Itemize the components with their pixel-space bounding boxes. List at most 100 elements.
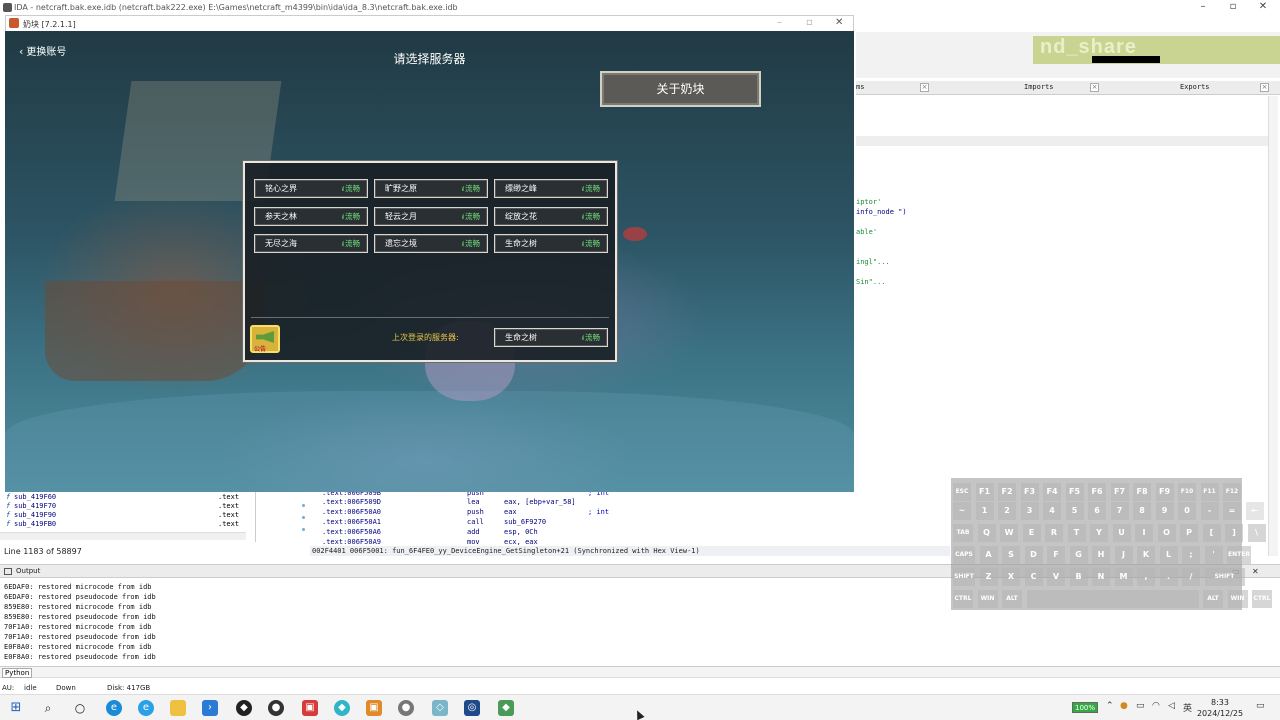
vscode-icon[interactable]: › [202, 700, 218, 716]
key-5[interactable]: 5 [1065, 502, 1084, 520]
key-f3[interactable]: F3 [1020, 483, 1039, 501]
key-s[interactable]: S [1002, 546, 1020, 564]
server-button[interactable]: 绽放之花 ıl 流畅 [494, 207, 608, 226]
folder-icon[interactable] [170, 700, 186, 716]
notification-icon[interactable]: ▭ [1256, 701, 1265, 711]
key-6[interactable]: 6 [1088, 502, 1106, 520]
key-n[interactable]: N [1092, 568, 1110, 586]
asm-line[interactable]: .text:006F50A9 mov ecx, eax [322, 538, 538, 546]
key-t[interactable]: T [1067, 524, 1086, 542]
key-space[interactable] [1026, 590, 1199, 608]
server-button[interactable]: 铭心之界 ıl 流畅 [254, 179, 368, 198]
key-[interactable]: ← [1245, 502, 1264, 520]
key-z[interactable]: Z [979, 568, 998, 586]
app-icon[interactable]: ◆ [334, 700, 350, 716]
key-f[interactable]: F [1047, 546, 1065, 564]
server-button[interactable]: 轻云之月 ıl 流畅 [374, 207, 488, 226]
key-3[interactable]: 3 [1020, 502, 1039, 520]
key-[interactable]: / [1182, 568, 1200, 586]
game-maximize-icon[interactable]: ▫ [806, 17, 813, 28]
key-ctrl[interactable]: CTRL [953, 590, 973, 608]
key-2[interactable]: 2 [998, 502, 1016, 520]
server-button[interactable]: 生命之树 ıl 流畅 [494, 234, 608, 253]
server-button[interactable]: 缥缈之峰 ıl 流畅 [494, 179, 608, 198]
key-m[interactable]: M [1114, 568, 1133, 586]
app-icon[interactable]: ● [398, 700, 414, 716]
tab-names[interactable]: ms [856, 83, 864, 91]
key-k[interactable]: K [1137, 546, 1155, 564]
game-close-icon[interactable]: ✕ [835, 17, 843, 28]
function-row[interactable]: f sub_419F90 .text [6, 511, 239, 519]
key-i[interactable]: I [1135, 524, 1153, 542]
tab-exports[interactable]: Exports [1180, 83, 1210, 91]
app-icon[interactable]: ▣ [366, 700, 382, 716]
key-1[interactable]: 1 [975, 502, 994, 520]
key-[interactable]: ; [1182, 546, 1200, 564]
key-f10[interactable]: F10 [1178, 483, 1196, 501]
asm-line[interactable]: .text:006F50A6 add esp, 0Ch [322, 528, 538, 536]
last-server-button[interactable]: 生命之树 ıl 流畅 [494, 328, 608, 347]
key-[interactable]: ~ [953, 502, 971, 520]
game-minimize-icon[interactable]: – [777, 17, 782, 28]
function-row[interactable]: f sub_419FB0 .text [6, 520, 239, 528]
function-list-scrollbar[interactable] [0, 532, 246, 540]
function-row[interactable]: f sub_419F70 .text [6, 502, 239, 510]
tab-close-icon[interactable]: × [1090, 83, 1099, 92]
key-f8[interactable]: F8 [1133, 483, 1151, 501]
close-icon[interactable]: ✕ [1248, 1, 1278, 12]
key-[interactable]: \ [1247, 524, 1266, 542]
key-y[interactable]: Y [1090, 524, 1108, 542]
key-4[interactable]: 4 [1043, 502, 1061, 520]
key-d[interactable]: D [1024, 546, 1043, 564]
key-alt[interactable]: ALT [1203, 590, 1223, 608]
app-icon[interactable]: ◎ [464, 700, 480, 716]
app-icon[interactable]: ▣ [302, 700, 318, 716]
key-7[interactable]: 7 [1110, 502, 1129, 520]
ime-indicator[interactable]: 英 [1183, 701, 1192, 714]
key-j[interactable]: J [1114, 546, 1133, 564]
key-w[interactable]: W [1000, 524, 1018, 542]
key-f12[interactable]: F12 [1223, 483, 1241, 501]
key-c[interactable]: C [1024, 568, 1043, 586]
network-icon[interactable]: ▭ [1136, 701, 1145, 711]
notice-button[interactable]: 公告 [250, 325, 280, 353]
key-0[interactable]: 0 [1178, 502, 1196, 520]
tab-close-icon[interactable]: × [920, 83, 929, 92]
wifi-icon[interactable]: ◠ [1152, 701, 1160, 711]
key-q[interactable]: Q [977, 524, 996, 542]
asm-line[interactable]: .text:006F50A0 push eax ; int [322, 508, 609, 516]
key-f11[interactable]: F11 [1200, 483, 1219, 501]
key-8[interactable]: 8 [1133, 502, 1151, 520]
server-button[interactable]: 遗忘之境 ıl 流畅 [374, 234, 488, 253]
key-[interactable]: [ [1202, 524, 1221, 542]
search-icon[interactable]: ⌕ [40, 700, 56, 716]
key-g[interactable]: G [1069, 546, 1088, 564]
key-shift[interactable]: SHIFT [953, 568, 975, 586]
key-f1[interactable]: F1 [975, 483, 994, 501]
key-h[interactable]: H [1092, 546, 1110, 564]
edge-icon[interactable]: e [106, 700, 122, 716]
key-win[interactable]: WIN [977, 590, 998, 608]
key-f7[interactable]: F7 [1110, 483, 1129, 501]
disassembly-view[interactable]: .text:006F509B push; int .text:006F509D le… [296, 489, 946, 550]
key-f2[interactable]: F2 [998, 483, 1016, 501]
key-b[interactable]: B [1069, 568, 1088, 586]
key-enter[interactable]: ENTER [1227, 546, 1251, 564]
key-[interactable]: ' [1204, 546, 1223, 564]
key-f5[interactable]: F5 [1065, 483, 1084, 501]
ida-scrollbar[interactable] [1268, 96, 1278, 556]
ie-icon[interactable]: e [138, 700, 154, 716]
key-ctrl[interactable]: CTRL [1252, 590, 1272, 608]
key-esc[interactable]: ESC [953, 483, 971, 501]
start-icon[interactable]: ⊞ [8, 700, 24, 716]
key-f9[interactable]: F9 [1155, 483, 1174, 501]
key-e[interactable]: E [1022, 524, 1041, 542]
unity-icon[interactable]: ◆ [236, 700, 252, 716]
server-button[interactable]: 旷野之原 ıl 流畅 [374, 179, 488, 198]
function-row[interactable]: f sub_419F60 .text [6, 493, 239, 501]
key-a[interactable]: A [979, 546, 998, 564]
key-f6[interactable]: F6 [1088, 483, 1106, 501]
key-o[interactable]: O [1157, 524, 1176, 542]
python-button[interactable]: Python [2, 668, 33, 678]
about-button[interactable]: 关于奶块 [600, 71, 761, 107]
